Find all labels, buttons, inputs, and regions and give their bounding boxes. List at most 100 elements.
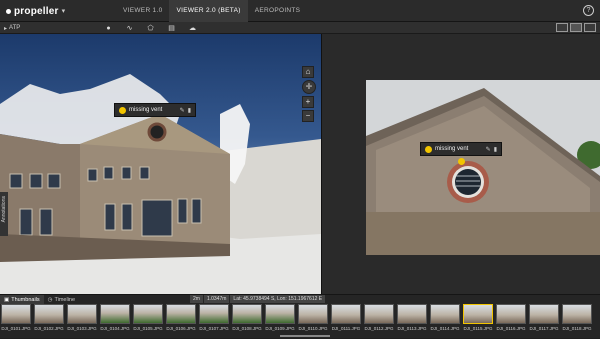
- tab-viewer-2-beta[interactable]: VIEWER 2.0 (BETA): [169, 0, 248, 22]
- thumbnail[interactable]: DJI_0112.JPG: [364, 304, 394, 337]
- thumbnail[interactable]: DJI_0111.JPG: [331, 304, 361, 337]
- chevron-down-icon[interactable]: ▾: [62, 7, 66, 15]
- thumbnail-label: DJI_0106.JPG: [166, 326, 196, 331]
- thumbnail-image: [298, 304, 328, 324]
- thumbnail[interactable]: DJI_0116.JPG: [496, 304, 526, 337]
- thumbnail-scrollbar[interactable]: [280, 335, 330, 337]
- thumbnail-image: [100, 304, 130, 324]
- cloud-upload-icon[interactable]: ☁: [188, 24, 197, 32]
- thumbnail[interactable]: DJI_0113.JPG: [397, 304, 427, 337]
- thumbnail-label: DJI_0105.JPG: [133, 326, 163, 331]
- tool-group: ● ∿ ⬠ ▤ ☁: [104, 23, 197, 33]
- photo-view-icon[interactable]: [584, 23, 596, 32]
- scale-readout: 2m: [190, 295, 203, 303]
- annotation-pin-icon[interactable]: [458, 158, 465, 165]
- thumbnail-image: [67, 304, 97, 324]
- thumbnail-label: DJI_0116.JPG: [496, 326, 526, 331]
- trash-icon[interactable]: ▮: [494, 146, 497, 153]
- thumbnail-image: [265, 304, 295, 324]
- annotation-label: missing vent: [435, 146, 469, 152]
- view-toggles: [556, 23, 596, 32]
- tab-aeropoints[interactable]: AEROPOINTS: [248, 0, 308, 22]
- single-view-icon[interactable]: [556, 23, 568, 32]
- thumbnail-label: DJI_0118.JPG: [562, 326, 592, 331]
- thumbnail-strip: DJI_0101.JPG DJI_0102.JPG DJI_0103.JPG D…: [0, 304, 600, 339]
- bottom-panel: ▣ Thumbnails ◷ Timeline 2m 1.0347m Lat: …: [0, 294, 600, 338]
- thumbnail-image: [364, 304, 394, 324]
- thumbnail-label: DJI_0101.JPG: [1, 326, 31, 331]
- coordinates-readout: Lat: 45.9738494 S, Lon: 151.1967612 E: [230, 295, 326, 303]
- image-icon: ▣: [4, 296, 10, 303]
- thumbnail-label: DJI_0117.JPG: [529, 326, 559, 331]
- zoom-out-icon[interactable]: −: [302, 110, 314, 122]
- polyline-icon[interactable]: ∿: [125, 24, 134, 32]
- photo-scene: [366, 80, 600, 255]
- area-icon[interactable]: ⬠: [146, 24, 155, 32]
- breadcrumb-label: ATP: [9, 25, 21, 31]
- thumbnail-label: DJI_0111.JPG: [331, 326, 361, 331]
- thumbnail-label: DJI_0107.JPG: [199, 326, 229, 331]
- zoom-in-icon[interactable]: +: [302, 96, 314, 108]
- chevron-right-icon: ▸: [4, 25, 8, 32]
- annotation-label: missing vent: [129, 107, 163, 113]
- thumbnail-image: [562, 304, 592, 324]
- logo-text: propeller: [14, 5, 59, 17]
- thumbnail-image: [397, 304, 427, 324]
- thumbnail[interactable]: DJI_0105.JPG: [133, 304, 163, 337]
- thumbnail-image: [34, 304, 64, 324]
- photo-image[interactable]: [366, 80, 600, 255]
- help-icon[interactable]: ?: [583, 5, 594, 16]
- thumbnail-label: DJI_0112.JPG: [364, 326, 394, 331]
- tab-timeline-label: Timeline: [54, 296, 76, 303]
- thumbnail-image: [331, 304, 361, 324]
- location-pin-icon[interactable]: ●: [104, 25, 113, 32]
- thumbnail-label: DJI_0102.JPG: [34, 326, 64, 331]
- thumbnail[interactable]: DJI_0102.JPG: [34, 304, 64, 337]
- annotation-marker-icon: [425, 145, 432, 153]
- annotations-side-tab[interactable]: Annotations: [0, 192, 8, 236]
- thumbnail-selected[interactable]: DJI_0115.JPG: [463, 304, 493, 337]
- annotation-tooltip-photo[interactable]: missing vent ✎ ▮: [420, 142, 502, 156]
- thumbnail-label: DJI_0110.JPG: [298, 326, 328, 331]
- status-readout: 2m 1.0347m Lat: 45.9738494 S, Lon: 151.1…: [190, 295, 326, 303]
- thumbnail[interactable]: DJI_0106.JPG: [166, 304, 196, 337]
- pencil-icon[interactable]: ✎: [486, 146, 491, 153]
- home-icon[interactable]: ⌂: [302, 66, 314, 78]
- logo[interactable]: propeller ▾: [6, 4, 65, 18]
- thumbnail[interactable]: DJI_0103.JPG: [67, 304, 97, 337]
- split-view-icon[interactable]: [570, 23, 582, 32]
- thumbnail[interactable]: DJI_0109.JPG: [265, 304, 295, 337]
- thumbnail-image: [1, 304, 31, 324]
- thumbnail[interactable]: DJI_0104.JPG: [100, 304, 130, 337]
- 3d-viewer[interactable]: missing vent ✎ ▮ Annotations ⌂ ✛ + −: [0, 34, 321, 294]
- thumbnail[interactable]: DJI_0108.JPG: [232, 304, 262, 337]
- thumbnail[interactable]: DJI_0107.JPG: [199, 304, 229, 337]
- thumbnail-image: [199, 304, 229, 324]
- thumbnail[interactable]: DJI_0117.JPG: [529, 304, 559, 337]
- thumbnail-label: DJI_0115.JPG: [463, 326, 493, 331]
- thumbnail-image: [232, 304, 262, 324]
- thumbnail[interactable]: DJI_0118.JPG: [562, 304, 592, 337]
- tab-timeline[interactable]: ◷ Timeline: [44, 295, 79, 304]
- breadcrumb[interactable]: ▸ ATP: [4, 23, 20, 33]
- toolbar: ▸ ATP ● ∿ ⬠ ▤ ☁: [0, 22, 600, 34]
- pencil-icon[interactable]: ✎: [180, 107, 185, 114]
- thumbnail[interactable]: DJI_0110.JPG: [298, 304, 328, 337]
- thumbnail-label: DJI_0113.JPG: [397, 326, 427, 331]
- side-tab-label: Annotations: [1, 196, 7, 223]
- document-icon[interactable]: ▤: [167, 24, 176, 32]
- thumbnail[interactable]: DJI_0114.JPG: [430, 304, 460, 337]
- main-nav: VIEWER 1.0 VIEWER 2.0 (BETA) AEROPOINTS: [116, 0, 307, 22]
- compass-icon[interactable]: ✛: [302, 80, 316, 94]
- tab-thumbnails[interactable]: ▣ Thumbnails: [0, 295, 44, 304]
- thumbnail-image: [463, 304, 493, 324]
- point-cloud-scene: [0, 74, 321, 294]
- navigation-controls: ⌂ ✛ + −: [302, 66, 316, 124]
- tab-viewer-1[interactable]: VIEWER 1.0: [116, 0, 169, 22]
- thumbnail-label: DJI_0108.JPG: [232, 326, 262, 331]
- trash-icon[interactable]: ▮: [188, 107, 191, 114]
- thumbnail-image: [529, 304, 559, 324]
- annotation-tooltip-3d[interactable]: missing vent ✎ ▮: [114, 103, 196, 117]
- thumbnail[interactable]: DJI_0101.JPG: [1, 304, 31, 337]
- tab-thumbnails-label: Thumbnails: [11, 296, 40, 303]
